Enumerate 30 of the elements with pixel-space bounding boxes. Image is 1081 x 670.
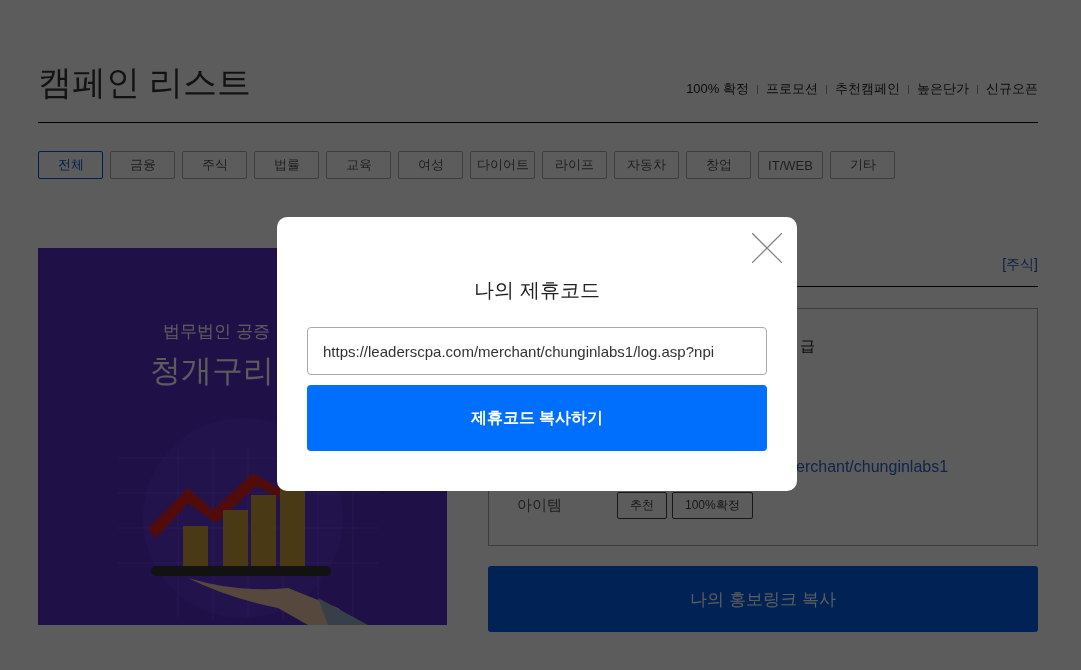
nav-link[interactable]: 신규오픈: [969, 80, 1038, 98]
category-tab[interactable]: 주식: [182, 151, 247, 179]
nav-link[interactable]: 100% 확정: [686, 80, 749, 98]
item-tag: 추천: [617, 492, 667, 519]
category-tab[interactable]: 라이프: [542, 151, 607, 179]
modal-title: 나의 제휴코드: [474, 278, 600, 303]
nav-link[interactable]: 추천캠페인: [818, 80, 900, 98]
item-tag: 100%확정: [672, 492, 753, 519]
info-text: 급: [800, 337, 816, 356]
banner-headline: 청개구리: [150, 352, 274, 390]
category-tab[interactable]: IT/WEB: [758, 151, 823, 179]
category-tab[interactable]: 전체: [38, 151, 103, 179]
copy-code-button[interactable]: 제휴코드 복사하기: [307, 385, 767, 451]
category-tab[interactable]: 자동차: [614, 151, 679, 179]
category-tab[interactable]: 법률: [254, 151, 319, 179]
close-icon[interactable]: [752, 233, 782, 263]
category-tab[interactable]: 교육: [326, 151, 391, 179]
nav-link[interactable]: 프로모션: [749, 80, 818, 98]
category-tab[interactable]: 여성: [398, 151, 463, 179]
items-label: 아이템: [517, 496, 563, 515]
copy-promo-link-button[interactable]: 나의 홍보링크 복사: [488, 566, 1038, 632]
nav-link[interactable]: 높은단가: [900, 80, 969, 98]
category-label: [주식]: [1002, 256, 1038, 274]
category-tab[interactable]: 기타: [830, 151, 895, 179]
category-tab[interactable]: 다이어트: [470, 151, 535, 179]
code-field[interactable]: https://leaderscpa.com/merchant/chunginlabs1/log.asp?npi: [307, 327, 767, 375]
banner-subtitle: 법무법인 공증: [163, 321, 270, 343]
category-tab[interactable]: 창업: [686, 151, 751, 179]
promo-link[interactable]: erchant/chunginlabs1: [796, 458, 1037, 476]
page-title: 캠페인 리스트: [38, 62, 252, 103]
